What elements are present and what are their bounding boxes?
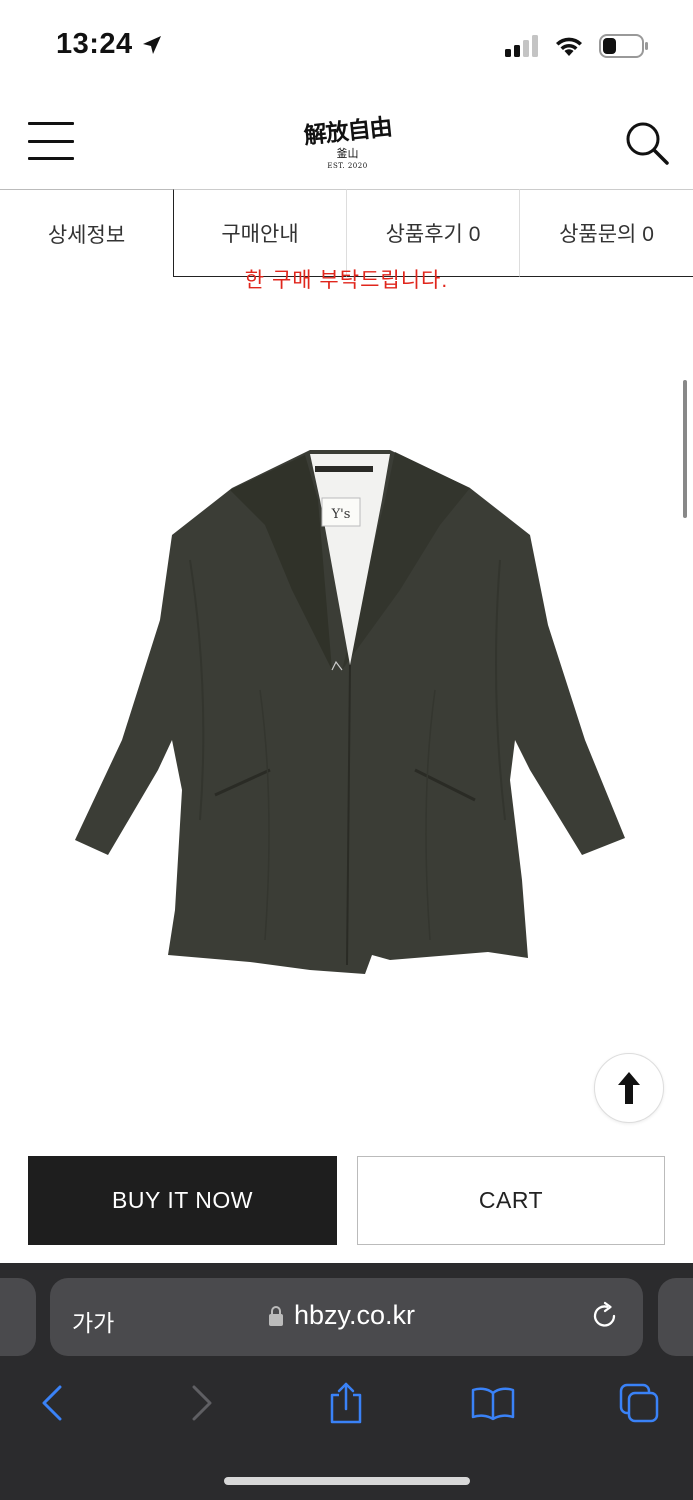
status-bar: 13:24 [0, 0, 693, 92]
browser-nav-row [0, 1378, 693, 1438]
jacket-product-image: Y's [75, 450, 625, 974]
previous-tab-peek[interactable] [0, 1278, 36, 1356]
lock-icon [269, 1305, 283, 1326]
url-display[interactable]: hbzy.co.kr [268, 1300, 415, 1331]
buy-button-label: BUY IT NOW [112, 1187, 253, 1213]
url-text: hbzy.co.kr [294, 1300, 416, 1330]
forward-chevron-icon[interactable] [177, 1378, 227, 1428]
tab-label: 구매안내 [221, 223, 299, 246]
tab-reviews[interactable]: 상품후기 0 [346, 189, 519, 277]
product-tabs: 상세정보 구매안내 상품후기 0 상품문의 0 [0, 189, 693, 278]
battery-icon [599, 34, 648, 58]
tab-inquiries[interactable]: 상품문의 0 [519, 189, 693, 277]
scroll-top-button[interactable] [594, 1053, 664, 1123]
notice-text-clipped: 한 구매 부탁드립니다. [0, 268, 693, 294]
search-icon[interactable] [624, 120, 670, 166]
cart-button[interactable]: CART [357, 1156, 665, 1245]
buy-it-now-button[interactable]: BUY IT NOW [28, 1156, 337, 1245]
scrollbar-thumb[interactable] [683, 380, 687, 518]
address-bar[interactable]: 가가 hbzy.co.kr [50, 1278, 643, 1356]
arrow-up-icon [618, 1072, 640, 1104]
site-logo[interactable]: 解放自由 釜山 EST. 2020 [290, 108, 405, 174]
home-indicator[interactable] [224, 1477, 470, 1485]
status-time: 13:24 [56, 28, 133, 60]
share-icon[interactable] [321, 1378, 371, 1428]
browser-toolbar: 가가 hbzy.co.kr [0, 1263, 693, 1500]
tab-detail-info[interactable]: 상세정보 [0, 189, 173, 277]
jacket-label-text: Y's [331, 507, 351, 522]
tab-purchase-guide[interactable]: 구매안내 [173, 189, 346, 277]
tabs-icon[interactable] [614, 1378, 664, 1428]
tab-label: 상품문의 0 [559, 223, 654, 246]
location-arrow-icon [142, 35, 161, 54]
reload-icon[interactable] [590, 1301, 620, 1331]
back-chevron-icon[interactable] [27, 1378, 77, 1428]
tab-label: 상세정보 [47, 223, 126, 247]
notice-text: 한 구매 부탁드립니다. [244, 269, 449, 292]
cellular-signal-icon [505, 35, 538, 57]
next-tab-peek[interactable] [658, 1278, 693, 1356]
tab-label: 상품후기 0 [385, 223, 481, 246]
cart-button-label: CART [478, 1187, 544, 1213]
status-indicators [505, 34, 649, 58]
wifi-icon [556, 37, 582, 56]
site-header: 解放自由 釜山 EST. 2020 [0, 92, 693, 190]
status-time-group: 13:24 [56, 28, 163, 61]
hamburger-menu-icon[interactable] [28, 122, 74, 160]
text-size-button[interactable]: 가가 [72, 1304, 114, 1338]
logo-est-text: EST. 2020 [327, 162, 368, 170]
bookmarks-icon[interactable] [468, 1378, 518, 1428]
